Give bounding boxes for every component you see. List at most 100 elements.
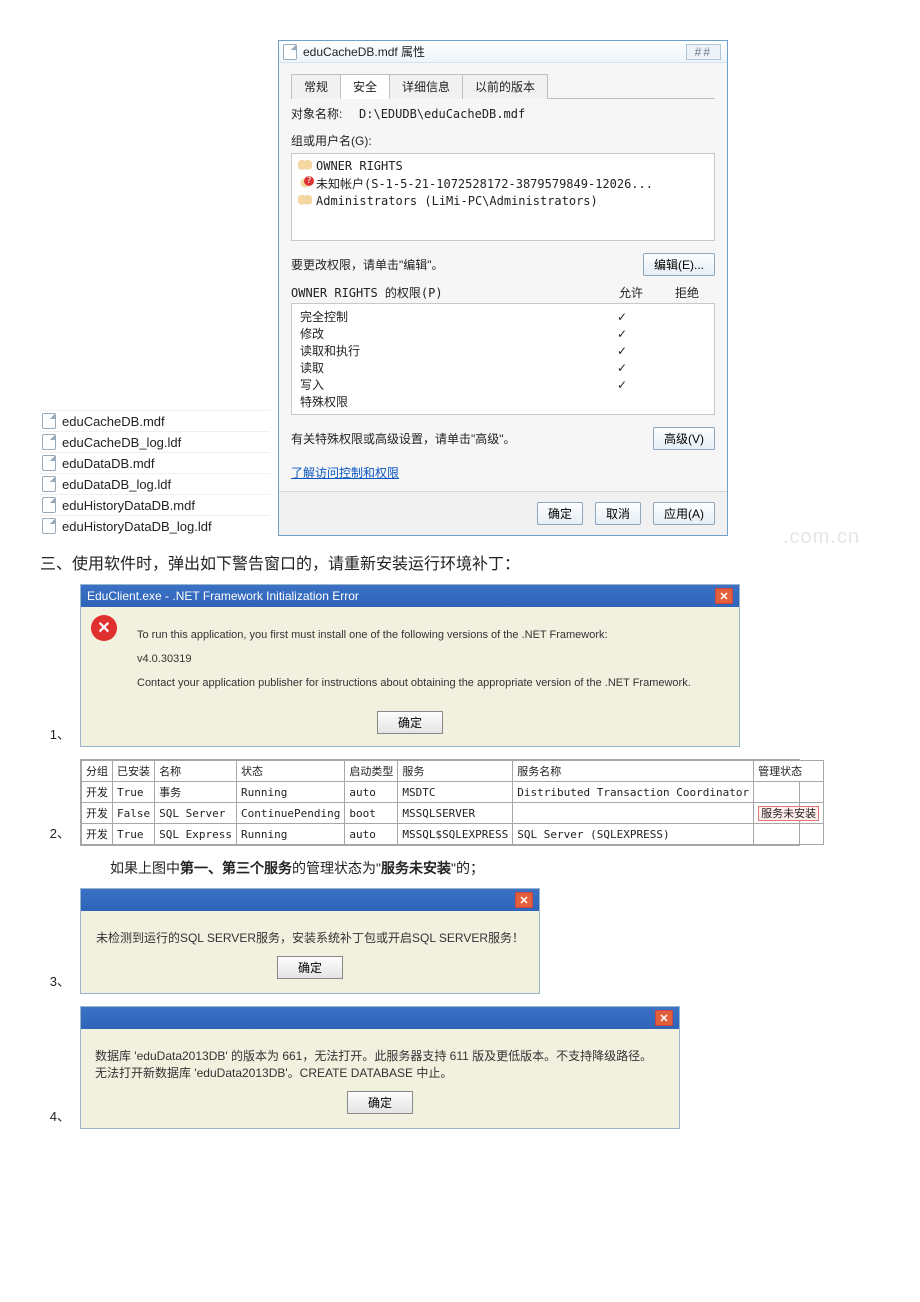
db-version-error-dialog: ✕ 数据库 'eduData2013DB' 的版本为 661，无法打开。此服务器…: [80, 1006, 680, 1129]
ok-button[interactable]: 确定: [347, 1091, 413, 1114]
tabs: 常规 安全 详细信息 以前的版本: [291, 73, 715, 99]
status-not-installed: 服务未安装: [758, 806, 819, 821]
file-name: eduDataDB_log.ldf: [62, 477, 171, 492]
tab-previous-versions[interactable]: 以前的版本: [462, 74, 548, 99]
permissions-table: 完全控制✓ 修改✓ 读取和执行✓ 读取✓ 写入✓ 特殊权限: [291, 303, 715, 415]
error-line: 无法打开新数据库 'eduData2013DB'。CREATE DATABASE…: [95, 1064, 665, 1081]
file-item[interactable]: eduDataDB_log.ldf: [40, 473, 270, 494]
check-icon: ✓: [594, 378, 650, 392]
principal-name: Administrators (LiMi-PC\Administrators): [316, 194, 598, 208]
principal-row[interactable]: Administrators (LiMi-PC\Administrators): [298, 193, 708, 209]
permission-row: 特殊权限: [300, 393, 706, 410]
error-line: v4.0.30319: [137, 653, 725, 665]
permission-row: 读取和执行✓: [300, 342, 706, 359]
permissions-label: OWNER RIGHTS 的权限(P): [291, 284, 443, 301]
sql-warning-dialog: ✕ 未检测到运行的SQL SERVER服务，安装系统补丁包或开启SQL SERV…: [80, 888, 540, 994]
item-number: 4、: [40, 1106, 70, 1129]
table-header-row: 分组 已安装 名称 状态 启动类型 服务 服务名称 管理状态: [82, 761, 824, 782]
col-header: 名称: [155, 761, 237, 782]
dialog-title: EduClient.exe - .NET Framework Initializ…: [87, 589, 359, 603]
principal-name: 未知帐户(S-1-5-21-1072528172-3879579849-1202…: [316, 175, 653, 192]
file-name: eduCacheDB_log.ldf: [62, 435, 181, 450]
warning-message: 未检测到运行的SQL SERVER服务，安装系统补丁包或开启SQL SERVER…: [95, 929, 525, 946]
file-item[interactable]: eduCacheDB.mdf: [40, 410, 270, 431]
file-name: eduDataDB.mdf: [62, 456, 155, 471]
error-icon: ✕: [91, 615, 117, 641]
file-icon: [42, 497, 56, 513]
file-icon: [42, 518, 56, 534]
col-header: 分组: [82, 761, 113, 782]
permission-row: 读取✓: [300, 359, 706, 376]
file-item[interactable]: eduCacheDB_log.ldf: [40, 431, 270, 452]
error-line: 数据库 'eduData2013DB' 的版本为 661，无法打开。此服务器支持…: [95, 1047, 665, 1064]
col-header: 已安装: [113, 761, 155, 782]
col-header: 启动类型: [345, 761, 398, 782]
file-name: eduHistoryDataDB.mdf: [62, 498, 195, 513]
close-icon[interactable]: ✕: [655, 1010, 673, 1026]
file-item[interactable]: eduHistoryDataDB_log.ldf: [40, 515, 270, 536]
principal-row[interactable]: 未知帐户(S-1-5-21-1072528172-3879579849-1202…: [298, 174, 708, 193]
edit-hint: 要更改权限，请单击"编辑"。: [291, 256, 444, 273]
advanced-hint: 有关特殊权限或高级设置，请单击"高级"。: [291, 430, 516, 447]
services-table: 分组 已安装 名称 状态 启动类型 服务 服务名称 管理状态 开发True事务R…: [80, 759, 800, 846]
unknown-user-icon: [298, 178, 312, 190]
file-name: eduCacheDB.mdf: [62, 414, 165, 429]
table-row: 开发True事务RunningautoMSDTCDistributed Tran…: [82, 782, 824, 803]
ok-button[interactable]: 确定: [277, 956, 343, 979]
close-icon[interactable]: ✕: [715, 588, 733, 604]
learn-acl-link[interactable]: 了解访问控制和权限: [291, 464, 399, 481]
item-number: 3、: [40, 971, 70, 994]
net-error-dialog: EduClient.exe - .NET Framework Initializ…: [80, 584, 740, 747]
apply-button[interactable]: 应用(A): [653, 502, 715, 525]
item-number: 1、: [40, 724, 70, 747]
error-line: To run this application, you first must …: [137, 629, 725, 641]
permission-row: 写入✓: [300, 376, 706, 393]
col-deny: 拒绝: [659, 284, 715, 301]
error-line: Contact your application publisher for i…: [137, 677, 725, 689]
principal-name: OWNER RIGHTS: [316, 159, 403, 173]
cancel-button[interactable]: 取消: [595, 502, 641, 525]
col-header: 管理状态: [754, 761, 824, 782]
object-name-value: D:\EDUDB\eduCacheDB.mdf: [359, 107, 525, 121]
dialog-title: [87, 1011, 90, 1025]
edit-button[interactable]: 编辑(E)...: [643, 253, 715, 276]
users-icon: [298, 195, 312, 207]
permission-row: 完全控制✓: [300, 308, 706, 325]
file-item[interactable]: eduHistoryDataDB.mdf: [40, 494, 270, 515]
properties-dialog: eduCacheDB.mdf 属性 ## 常规 安全 详细信息 以前的版本 对象…: [278, 40, 728, 536]
file-icon: [283, 44, 297, 60]
col-header: 状态: [236, 761, 344, 782]
check-icon: ✓: [594, 310, 650, 324]
close-icon[interactable]: ✕: [515, 892, 533, 908]
dialog-title: eduCacheDB.mdf 属性: [303, 43, 425, 60]
check-icon: ✓: [594, 361, 650, 375]
col-allow: 允许: [603, 284, 659, 301]
ok-button[interactable]: 确定: [377, 711, 443, 734]
close-icon[interactable]: ##: [686, 44, 721, 60]
tab-details[interactable]: 详细信息: [389, 74, 463, 99]
section-3-title: 三、使用软件时，弹出如下警告窗口的，请重新安装运行环境补丁：: [40, 556, 520, 573]
ok-button[interactable]: 确定: [537, 502, 583, 525]
dialog-title: [87, 893, 90, 907]
file-item[interactable]: eduDataDB.mdf: [40, 452, 270, 473]
check-icon: ✓: [594, 327, 650, 341]
principals-list[interactable]: OWNER RIGHTS 未知帐户(S-1-5-21-1072528172-38…: [291, 153, 715, 241]
file-icon: [42, 434, 56, 450]
table-row: 开发TrueSQL ExpressRunningautoMSSQL$SQLEXP…: [82, 824, 824, 845]
object-name-label: 对象名称:: [291, 107, 342, 121]
file-name: eduHistoryDataDB_log.ldf: [62, 519, 212, 534]
principal-row[interactable]: OWNER RIGHTS: [298, 158, 708, 174]
item-number: 2、: [40, 823, 70, 846]
file-icon: [42, 455, 56, 471]
file-list: eduCacheDB.mdf eduCacheDB_log.ldf eduDat…: [40, 410, 270, 536]
advanced-button[interactable]: 高级(V): [653, 427, 715, 450]
table-row: 开发FalseSQL ServerContinuePendingbootMSSQ…: [82, 803, 824, 824]
tab-general[interactable]: 常规: [291, 74, 341, 99]
users-icon: [298, 160, 312, 172]
col-header: 服务名称: [513, 761, 754, 782]
tab-security[interactable]: 安全: [340, 74, 390, 99]
file-icon: [42, 413, 56, 429]
service-description: 如果上图中第一、第三个服务的管理状态为"服务未安装"的；: [110, 858, 870, 878]
check-icon: ✓: [594, 344, 650, 358]
col-header: 服务: [398, 761, 513, 782]
